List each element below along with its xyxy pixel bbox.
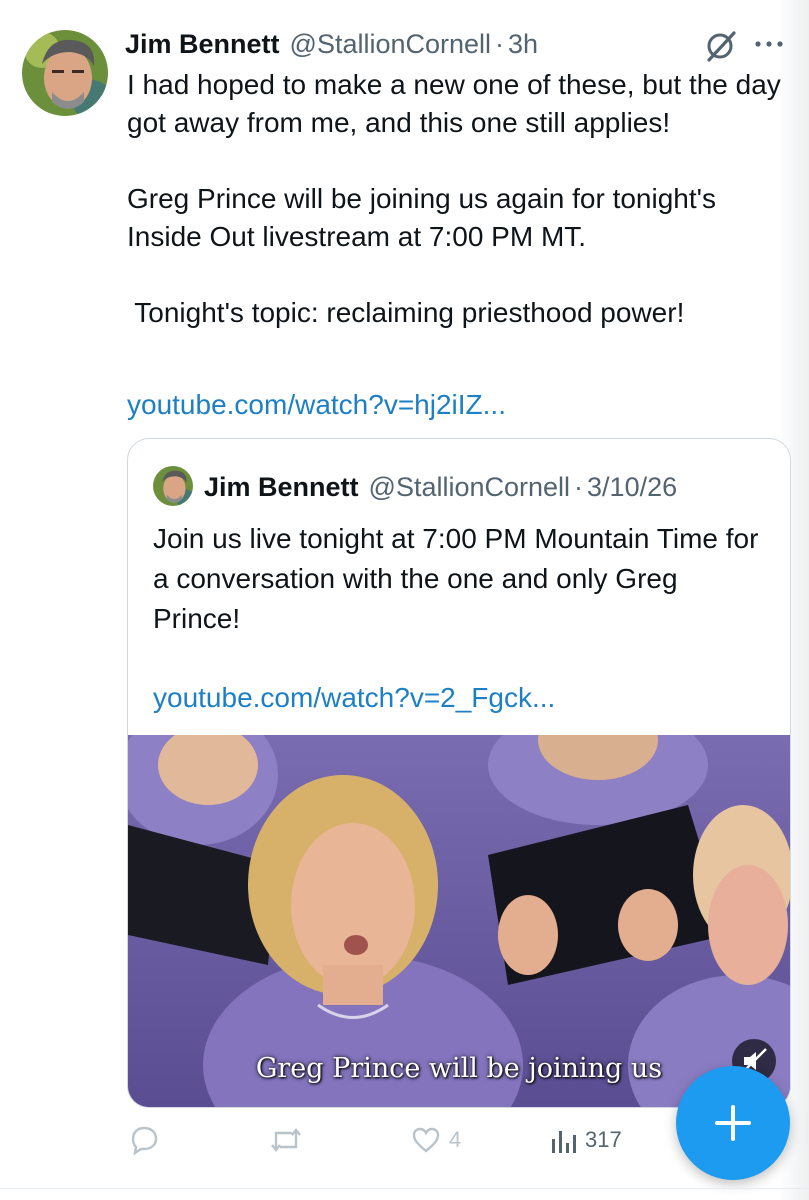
tweet-paragraph-1: I had hoped to make a new one of these, …	[127, 69, 781, 138]
tweet-paragraph-3: Tonight's topic: reclaiming priesthood p…	[127, 297, 685, 328]
video-thumbnail[interactable]: Greg Prince will be joining us	[128, 735, 790, 1107]
quoted-tweet-text: Join us live tonight at 7:00 PM Mountain…	[153, 519, 763, 639]
author-avatar[interactable]	[22, 30, 108, 116]
separator-dot: ·	[574, 471, 584, 502]
like-icon	[409, 1123, 443, 1157]
quoted-author-name[interactable]: Jim Bennett	[204, 472, 359, 503]
views-icon	[549, 1123, 579, 1157]
view-count: 317	[585, 1127, 622, 1152]
quoted-author-handle[interactable]: @StallionCornell	[369, 472, 571, 503]
divider	[0, 1188, 809, 1189]
tweet-header: Jim Bennett @StallionCornell · 3h	[125, 24, 538, 64]
separator-dot: ·	[495, 28, 505, 59]
like-count: 4	[449, 1127, 462, 1152]
reply-icon	[127, 1123, 161, 1157]
quoted-tweet-link[interactable]: youtube.com/watch?v=2_Fgck...	[153, 678, 555, 718]
views-button[interactable]: 317	[549, 1118, 622, 1162]
more-icon[interactable]	[752, 32, 786, 56]
quoted-author-avatar[interactable]	[153, 466, 193, 506]
quoted-tweet-card[interactable]: Jim Bennett @StallionCornell · 3/10/26 J…	[127, 438, 791, 1108]
author-handle[interactable]: @StallionCornell	[290, 29, 492, 60]
repost-icon	[268, 1123, 304, 1157]
quoted-tweet-paragraph: Join us live tonight at 7:00 PM Mountain…	[153, 523, 759, 634]
plus-icon	[676, 1105, 790, 1184]
reply-button[interactable]	[127, 1118, 167, 1162]
repost-button[interactable]	[268, 1118, 310, 1162]
quoted-tweet-date[interactable]: 3/10/26	[587, 472, 677, 503]
grok-icon[interactable]	[703, 28, 739, 64]
like-button[interactable]: 4	[409, 1118, 461, 1162]
tweet-paragraph-2: Greg Prince will be joining us again for…	[127, 183, 716, 252]
tweet-time[interactable]: 3h	[508, 29, 538, 60]
quoted-tweet-header: Jim Bennett @StallionCornell · 3/10/26	[204, 468, 677, 506]
compose-button[interactable]	[676, 1066, 790, 1180]
tweet-link[interactable]: youtube.com/watch?v=hj2iIZ...	[127, 385, 506, 425]
tweet-text: I had hoped to make a new one of these, …	[127, 66, 797, 332]
tweet-action-bar: 4 317	[127, 1118, 667, 1162]
author-name[interactable]: Jim Bennett	[125, 29, 280, 60]
